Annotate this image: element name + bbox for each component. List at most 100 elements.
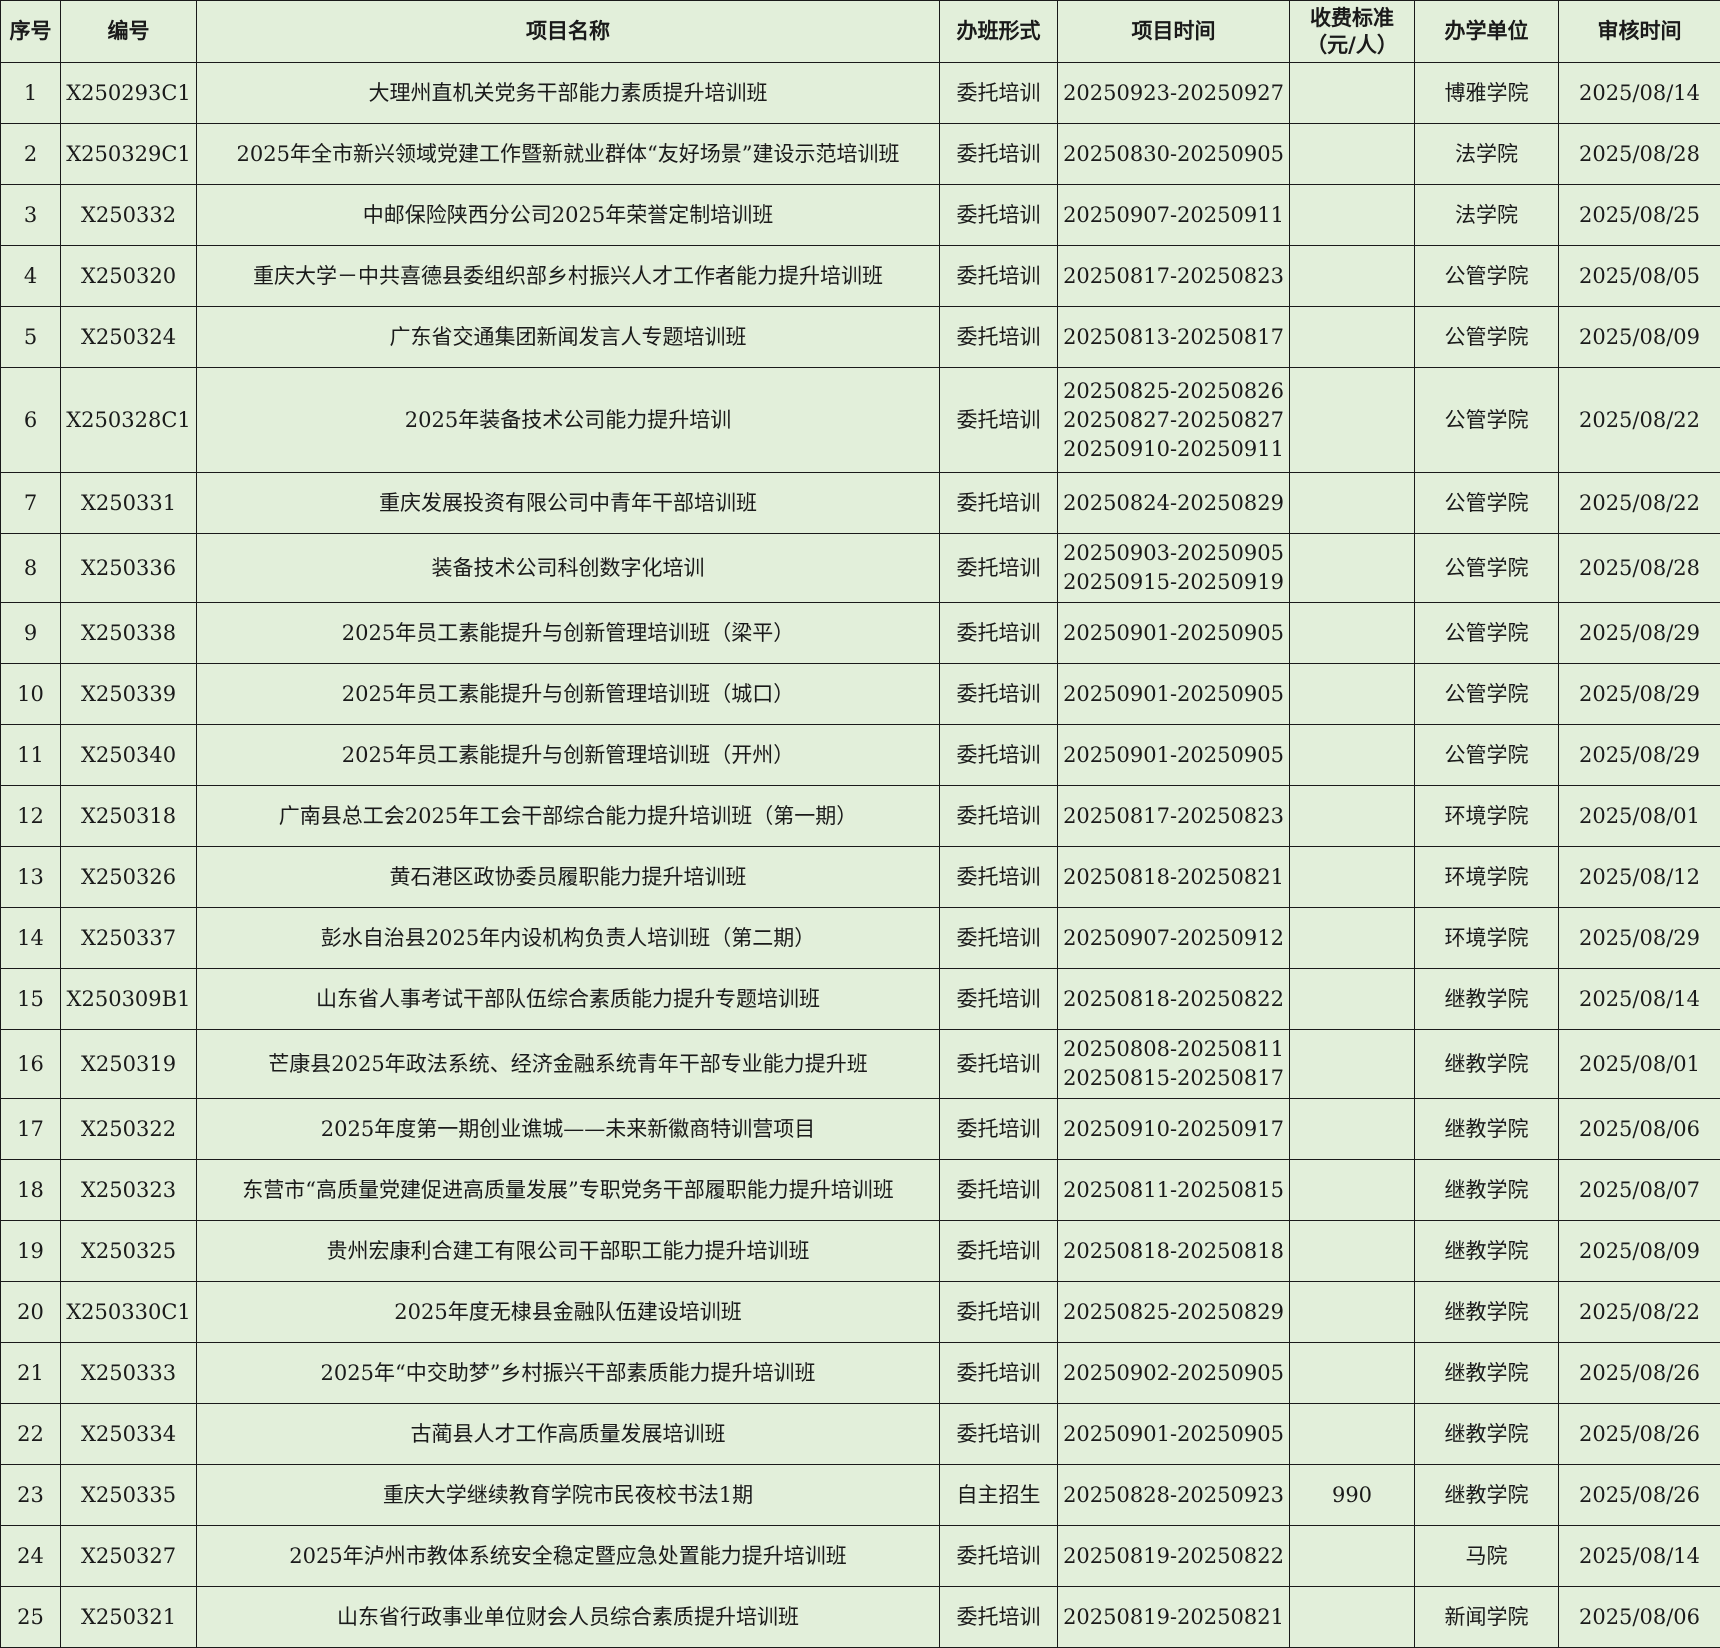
cell-seq: 23 (1, 1465, 61, 1526)
cell-code: X250338 (61, 603, 197, 664)
cell-seq: 20 (1, 1282, 61, 1343)
cell-seq: 18 (1, 1160, 61, 1221)
header-review: 审核时间 (1559, 1, 1720, 63)
cell-fee (1290, 1099, 1415, 1160)
cell-fee (1290, 307, 1415, 368)
cell-form: 委托培训 (940, 473, 1058, 534)
cell-time: 20250901-20250905 (1058, 664, 1290, 725)
cell-review-date: 2025/08/07 (1559, 1160, 1720, 1221)
table-row: 13X250326黄石港区政协委员履职能力提升培训班委托培训20250818-2… (1, 847, 1720, 908)
cell-unit: 公管学院 (1415, 246, 1559, 307)
cell-unit: 继教学院 (1415, 1343, 1559, 1404)
cell-unit: 公管学院 (1415, 368, 1559, 473)
time-range: 20250808-20250811 (1062, 1035, 1285, 1064)
cell-form: 委托培训 (940, 1282, 1058, 1343)
cell-fee (1290, 246, 1415, 307)
cell-form: 委托培训 (940, 908, 1058, 969)
cell-time: 20250828-20250923 (1058, 1465, 1290, 1526)
cell-form: 委托培训 (940, 307, 1058, 368)
cell-form: 委托培训 (940, 1526, 1058, 1587)
table-row: 21X2503332025年“中交助梦”乡村振兴干部素质能力提升培训班委托培训2… (1, 1343, 1720, 1404)
table-row: 22X250334古蔺县人才工作高质量发展培训班委托培训20250901-202… (1, 1404, 1720, 1465)
cell-review-date: 2025/08/14 (1559, 1526, 1720, 1587)
cell-review-date: 2025/08/09 (1559, 307, 1720, 368)
cell-fee (1290, 63, 1415, 124)
cell-project-name: 重庆大学－中共喜德县委组织部乡村振兴人才工作者能力提升培训班 (197, 246, 940, 307)
cell-unit: 环境学院 (1415, 908, 1559, 969)
cell-code: X250319 (61, 1030, 197, 1099)
cell-form: 委托培训 (940, 368, 1058, 473)
cell-fee (1290, 1343, 1415, 1404)
cell-unit: 环境学院 (1415, 786, 1559, 847)
cell-review-date: 2025/08/06 (1559, 1099, 1720, 1160)
cell-fee (1290, 725, 1415, 786)
cell-form: 委托培训 (940, 847, 1058, 908)
cell-code: X250331 (61, 473, 197, 534)
cell-time: 20250817-20250823 (1058, 786, 1290, 847)
table-row: 15X250309B1山东省人事考试干部队伍综合素质能力提升专题培训班委托培训2… (1, 969, 1720, 1030)
cell-unit: 继教学院 (1415, 1404, 1559, 1465)
cell-form: 委托培训 (940, 1030, 1058, 1099)
cell-project-name: 中邮保险陕西分公司2025年荣誉定制培训班 (197, 185, 940, 246)
cell-form: 委托培训 (940, 1160, 1058, 1221)
header-fee: 收费标准（元/人） (1290, 1, 1415, 63)
time-range: 20250818-20250821 (1062, 863, 1285, 892)
cell-seq: 1 (1, 63, 61, 124)
cell-seq: 19 (1, 1221, 61, 1282)
cell-unit: 继教学院 (1415, 1160, 1559, 1221)
table-row: 12X250318广南县总工会2025年工会干部综合能力提升培训班（第一期）委托… (1, 786, 1720, 847)
cell-code: X250309B1 (61, 969, 197, 1030)
cell-form: 委托培训 (940, 124, 1058, 185)
time-range: 20250815-20250817 (1062, 1064, 1285, 1093)
cell-form: 委托培训 (940, 969, 1058, 1030)
cell-form: 委托培训 (940, 664, 1058, 725)
cell-time: 20250923-20250927 (1058, 63, 1290, 124)
cell-seq: 9 (1, 603, 61, 664)
table-row: 8X250336装备技术公司科创数字化培训委托培训20250903-202509… (1, 534, 1720, 603)
cell-code: X250328C1 (61, 368, 197, 473)
cell-review-date: 2025/08/29 (1559, 603, 1720, 664)
table-body: 1X250293C1大理州直机关党务干部能力素质提升培训班委托培训2025092… (1, 63, 1720, 1648)
cell-fee (1290, 1160, 1415, 1221)
cell-unit: 继教学院 (1415, 1221, 1559, 1282)
cell-review-date: 2025/08/26 (1559, 1343, 1720, 1404)
cell-fee (1290, 969, 1415, 1030)
cell-time: 20250819-20250821 (1058, 1587, 1290, 1648)
header-time: 项目时间 (1058, 1, 1290, 63)
cell-form: 委托培训 (940, 1343, 1058, 1404)
header-unit: 办学单位 (1415, 1, 1559, 63)
cell-fee (1290, 124, 1415, 185)
cell-unit: 马院 (1415, 1526, 1559, 1587)
cell-form: 自主招生 (940, 1465, 1058, 1526)
cell-unit: 继教学院 (1415, 1099, 1559, 1160)
cell-project-name: 2025年员工素能提升与创新管理培训班（城口） (197, 664, 940, 725)
time-range: 20250902-20250905 (1062, 1359, 1285, 1388)
table-row: 7X250331重庆发展投资有限公司中青年干部培训班委托培训20250824-2… (1, 473, 1720, 534)
cell-code: X250337 (61, 908, 197, 969)
cell-code: X250321 (61, 1587, 197, 1648)
cell-form: 委托培训 (940, 786, 1058, 847)
time-range: 20250901-20250905 (1062, 619, 1285, 648)
cell-time: 20250910-20250917 (1058, 1099, 1290, 1160)
cell-project-name: 古蔺县人才工作高质量发展培训班 (197, 1404, 940, 1465)
cell-project-name: 大理州直机关党务干部能力素质提升培训班 (197, 63, 940, 124)
cell-fee (1290, 185, 1415, 246)
cell-unit: 公管学院 (1415, 307, 1559, 368)
time-range: 20250903-20250905 (1062, 539, 1285, 568)
cell-review-date: 2025/08/12 (1559, 847, 1720, 908)
cell-seq: 2 (1, 124, 61, 185)
cell-time: 20250817-20250823 (1058, 246, 1290, 307)
cell-project-name: 2025年泸州市教体系统安全稳定暨应急处置能力提升培训班 (197, 1526, 940, 1587)
cell-review-date: 2025/08/14 (1559, 63, 1720, 124)
cell-form: 委托培训 (940, 603, 1058, 664)
cell-unit: 法学院 (1415, 185, 1559, 246)
cell-review-date: 2025/08/29 (1559, 725, 1720, 786)
cell-code: X250318 (61, 786, 197, 847)
header-name: 项目名称 (197, 1, 940, 63)
cell-review-date: 2025/08/14 (1559, 969, 1720, 1030)
cell-seq: 21 (1, 1343, 61, 1404)
cell-fee (1290, 786, 1415, 847)
cell-form: 委托培训 (940, 1099, 1058, 1160)
table-row: 10X2503392025年员工素能提升与创新管理培训班（城口）委托培训2025… (1, 664, 1720, 725)
cell-project-name: 2025年全市新兴领域党建工作暨新就业群体“友好场景”建设示范培训班 (197, 124, 940, 185)
